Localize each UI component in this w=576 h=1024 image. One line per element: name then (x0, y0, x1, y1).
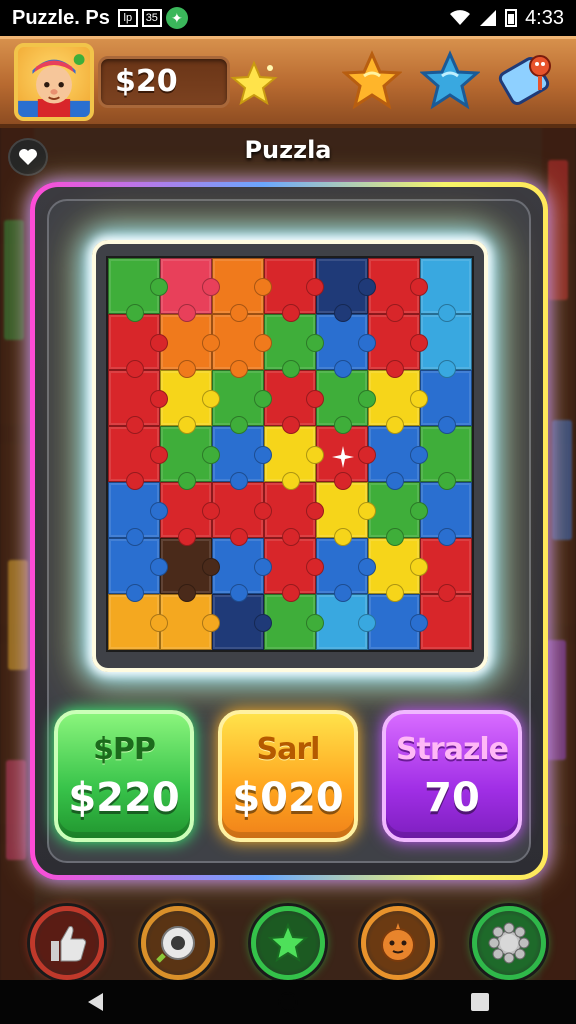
recents-icon (471, 993, 489, 1011)
shop-button[interactable] (498, 50, 558, 112)
creature-icon (381, 923, 415, 962)
score-card-pp[interactable]: $PP $220 (54, 710, 194, 842)
gear-icon (488, 922, 530, 964)
coin-balance: $20 (98, 56, 230, 108)
wifi-icon (450, 10, 471, 25)
score-label: Strazle (395, 732, 509, 767)
status-time: 4:33 (525, 6, 564, 29)
puzzle-piece[interactable] (108, 538, 168, 602)
notification-icon: 35 (141, 9, 162, 27)
battery-icon (505, 9, 518, 27)
score-card-sarl[interactable]: Sarl $020 (218, 710, 358, 842)
like-tool-button[interactable] (30, 906, 104, 980)
score-value: $220 (68, 775, 180, 821)
card-character-icon (498, 55, 551, 106)
creature-tool-button[interactable] (361, 906, 435, 980)
back-button[interactable] (81, 987, 111, 1017)
puzzle-piece[interactable] (108, 482, 168, 546)
top-bar: $20 (0, 36, 576, 128)
achievements-button[interactable] (341, 50, 403, 112)
star-icon (267, 922, 309, 963)
tape-tool-button[interactable] (141, 906, 215, 980)
home-button[interactable] (273, 987, 303, 1017)
star-icon (230, 60, 278, 106)
score-value: 70 (424, 775, 480, 821)
thumbs-up-icon (51, 926, 87, 962)
sparkle-icon (332, 446, 354, 468)
score-value: $020 (232, 775, 344, 821)
tape-icon (156, 926, 195, 963)
puzzle-piece[interactable] (108, 370, 168, 434)
gold-star-icon (341, 50, 403, 110)
status-bar: Puzzle. Ps lp 35 ✦ 4:33 (0, 0, 576, 36)
back-icon (88, 993, 103, 1011)
puzzle-piece[interactable] (108, 594, 168, 650)
player-avatar[interactable] (14, 43, 94, 121)
puzzle-title: Puzzla (244, 136, 332, 164)
navigation-bar (0, 980, 576, 1024)
favorites-button[interactable] (419, 50, 481, 112)
home-icon (278, 992, 298, 1012)
app-notification-icon: ✦ (165, 7, 188, 29)
puzzle-piece[interactable] (108, 426, 168, 490)
score-card-strazle[interactable]: Strazle 70 (382, 710, 522, 842)
puzzle-board[interactable] (106, 256, 474, 652)
status-app-name: Puzzle. Ps (12, 6, 110, 29)
settings-tool-button[interactable] (472, 906, 546, 980)
puzzle-piece[interactable] (108, 258, 168, 322)
hint-tool-button[interactable] (251, 906, 325, 980)
signal-icon (480, 10, 497, 26)
puzzle-piece[interactable] (108, 314, 168, 378)
blue-star-icon (419, 50, 481, 110)
notification-icon: lp (117, 9, 138, 27)
recents-button[interactable] (465, 987, 495, 1017)
score-label: Sarl (256, 732, 321, 767)
score-label: $PP (93, 732, 156, 767)
